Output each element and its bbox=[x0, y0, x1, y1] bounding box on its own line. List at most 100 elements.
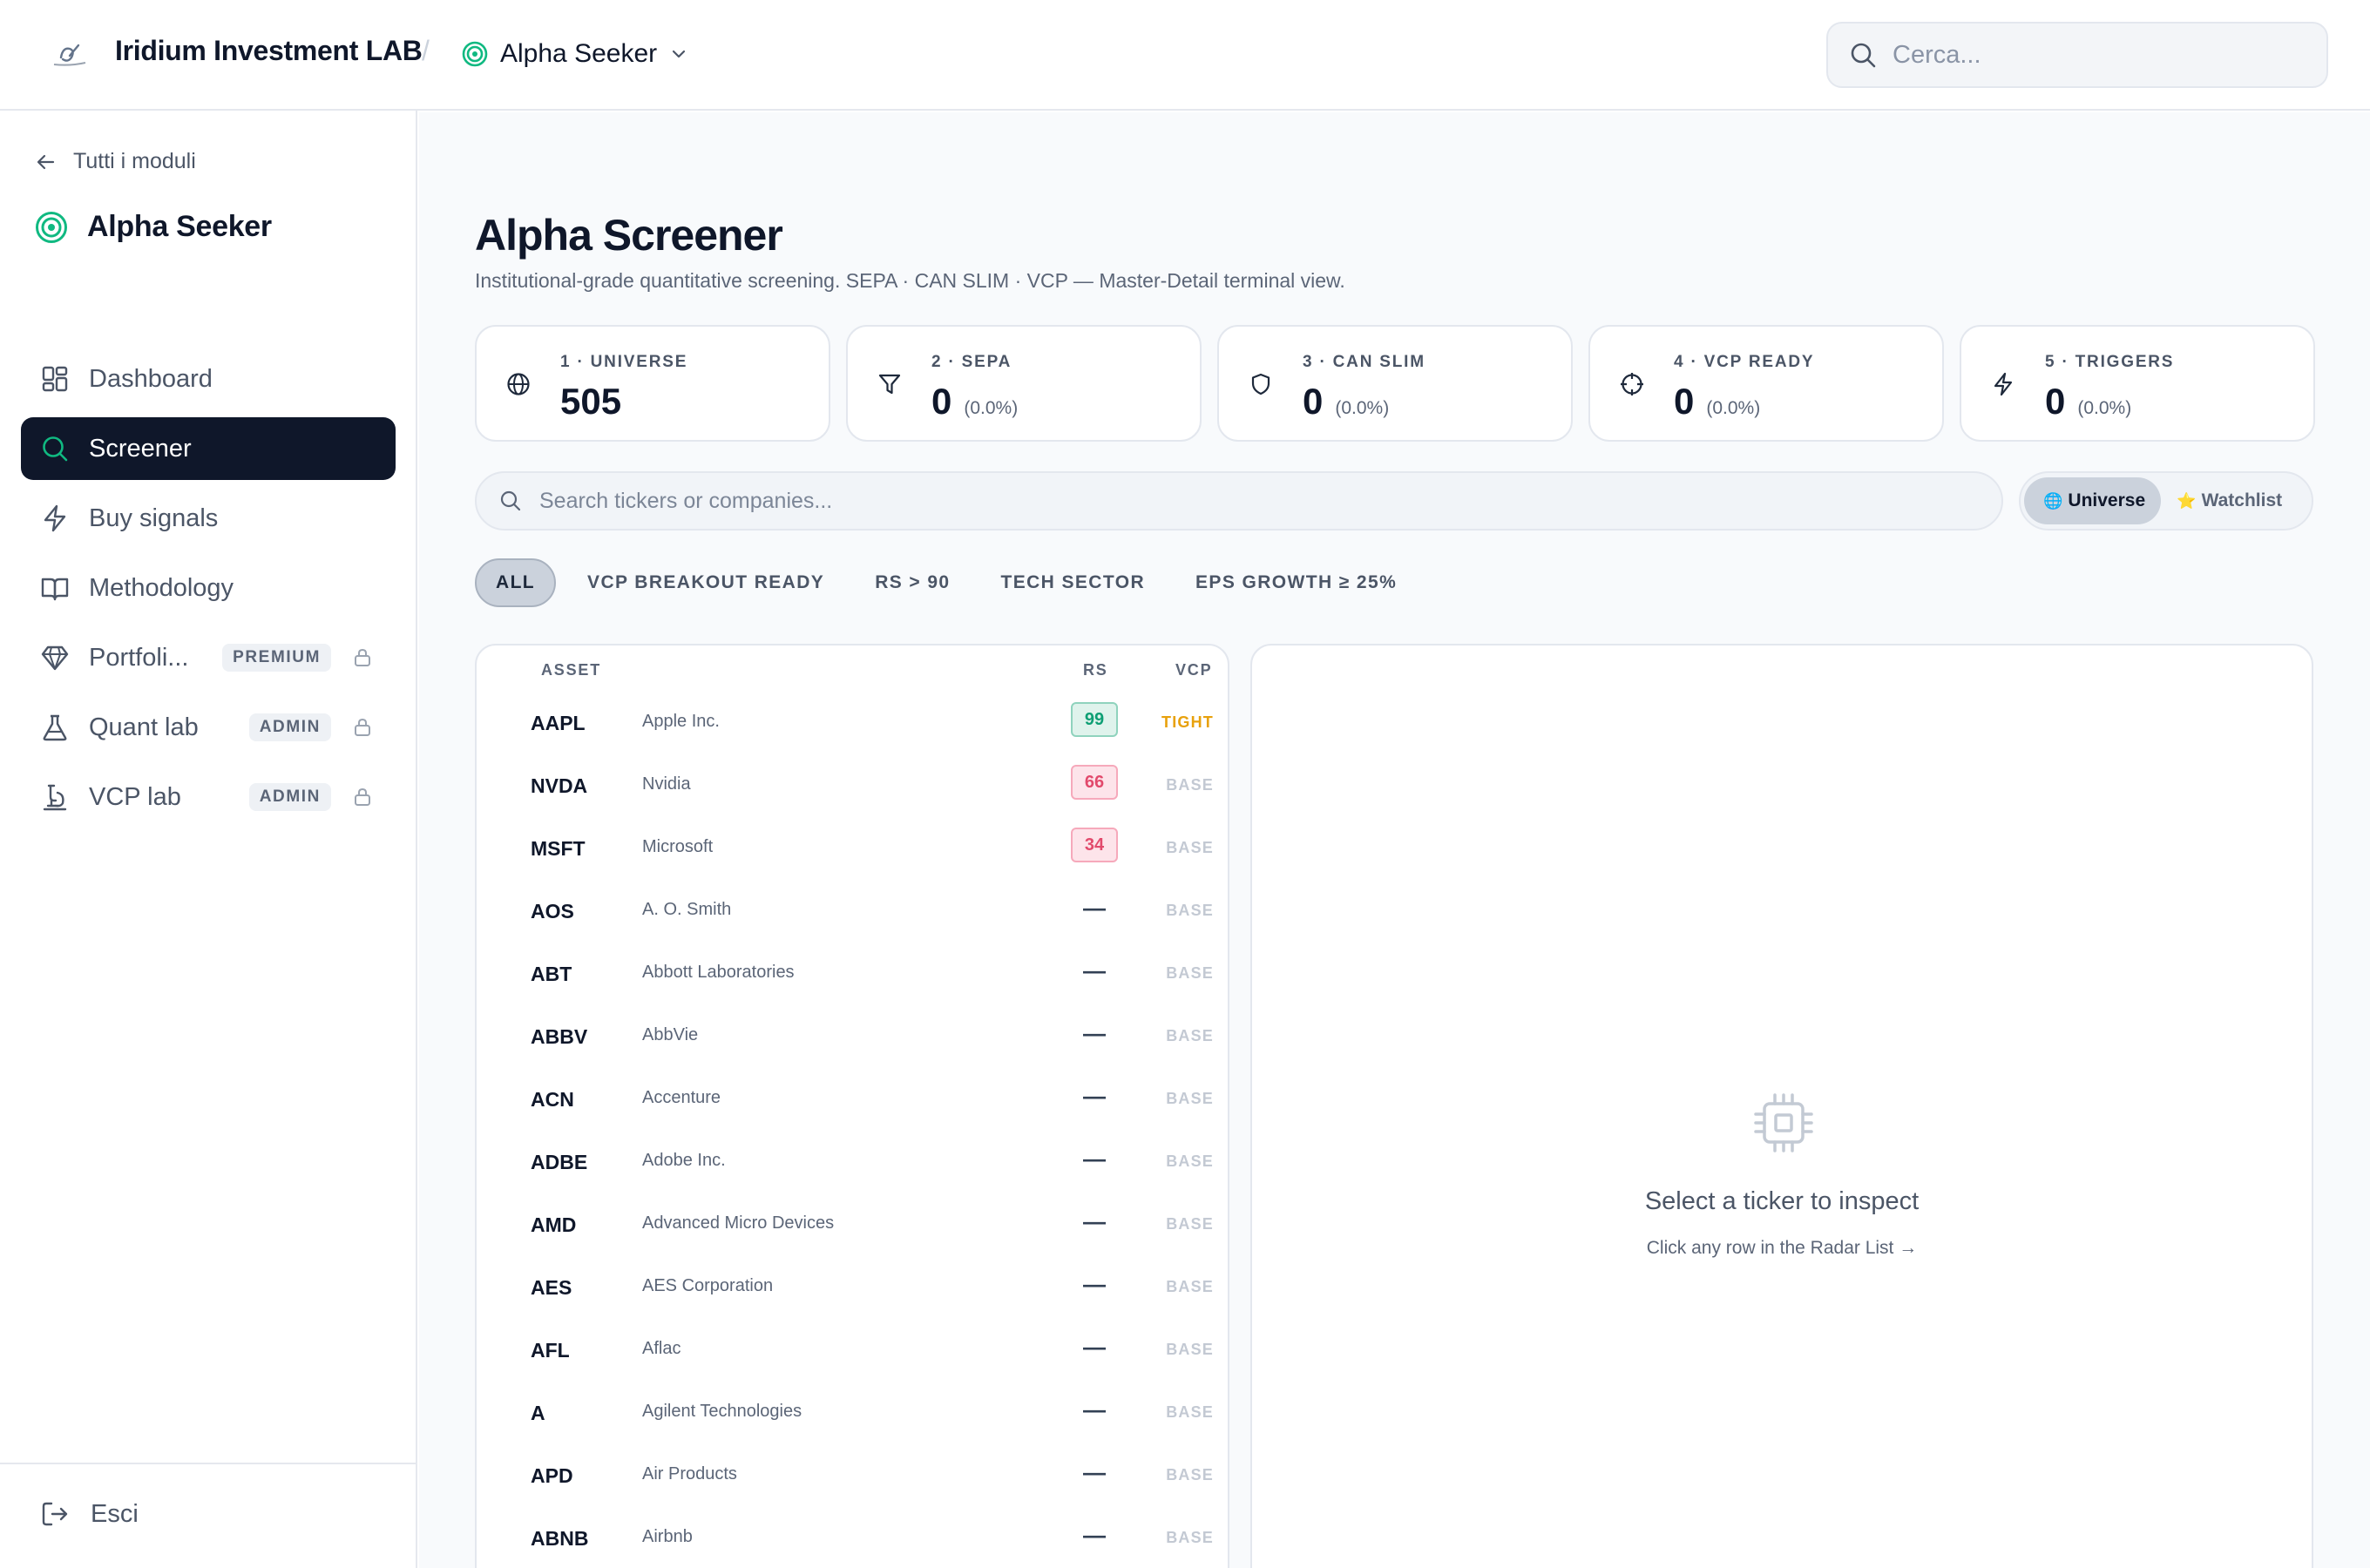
sidebar-item-label: Quant lab bbox=[89, 713, 199, 741]
admin-badge: ADMIN bbox=[248, 713, 331, 741]
stat-card-triggers[interactable]: 5 · TRIGGERS 0 (0.0%) bbox=[1960, 325, 2315, 442]
search-icon bbox=[43, 436, 68, 462]
vcp-status: BASE bbox=[1166, 1027, 1214, 1044]
column-header-vcp[interactable]: VCP bbox=[1175, 661, 1212, 679]
stat-label: 4 · VCP READY bbox=[1674, 353, 1815, 371]
column-header-asset[interactable]: ASSET bbox=[541, 661, 601, 679]
row-ticker: MSFT bbox=[531, 837, 586, 860]
sidebar-item-screener[interactable]: Screener bbox=[21, 417, 396, 480]
arrow-left-icon bbox=[37, 154, 55, 169]
column-header-rs[interactable]: RS bbox=[1083, 661, 1108, 679]
sidebar-item-methodology[interactable]: Methodology bbox=[21, 557, 396, 619]
stat-card-can-slim[interactable]: 3 · CAN SLIM 0 (0.0%) bbox=[1217, 325, 1573, 442]
lightning-icon bbox=[1994, 372, 2013, 396]
sidebar-item-portfolio[interactable]: Portfoli... PREMIUM bbox=[21, 626, 396, 689]
admin-badge: ADMIN bbox=[248, 783, 331, 811]
main-content: Alpha Screener Institutional-grade quant… bbox=[419, 112, 2370, 1568]
table-row[interactable]: ADBE Adobe Inc. — BASE bbox=[477, 1130, 1228, 1193]
universe-toggle-button[interactable]: 🌐 Universe bbox=[2024, 477, 2162, 524]
row-company: Apple Inc. bbox=[642, 712, 720, 731]
stat-value: 0 bbox=[1303, 381, 1324, 422]
table-row[interactable]: ABT Abbott Laboratories — BASE bbox=[477, 942, 1228, 1004]
watchlist-toggle-button[interactable]: ⭐ Watchlist bbox=[2161, 477, 2298, 524]
row-company: Adobe Inc. bbox=[642, 1151, 726, 1170]
row-ticker: ABNB bbox=[531, 1527, 589, 1550]
book-icon bbox=[41, 578, 69, 601]
row-company: Airbnb bbox=[642, 1527, 693, 1546]
row-company: AES Corporation bbox=[642, 1276, 774, 1295]
table-row[interactable]: AFL Aflac — BASE bbox=[477, 1318, 1228, 1381]
vcp-status: BASE bbox=[1166, 964, 1214, 982]
filter-chip-vcp-breakout[interactable]: VCP BREAKOUT READY bbox=[568, 558, 843, 607]
filter-chip-eps-growth[interactable]: EPS GROWTH ≥ 25% bbox=[1176, 558, 1416, 607]
cpu-icon bbox=[1754, 1093, 1813, 1152]
vcp-status: BASE bbox=[1166, 776, 1214, 794]
logout-label: Esci bbox=[91, 1499, 139, 1528]
table-row[interactable]: AMD Advanced Micro Devices — BASE bbox=[477, 1193, 1228, 1255]
table-row[interactable]: AOS A. O. Smith — BASE bbox=[477, 879, 1228, 942]
table-row[interactable]: NVDA Nvidia 66 BASE bbox=[477, 754, 1228, 816]
top-bar: Iridium Investment LAB / Alpha Seeker bbox=[0, 0, 2370, 111]
stat-card-sepa[interactable]: 2 · SEPA 0 (0.0%) bbox=[846, 325, 1202, 442]
logout-button[interactable]: Esci bbox=[40, 1499, 139, 1529]
rs-badge: 34 bbox=[1071, 828, 1118, 862]
table-row[interactable]: APD Air Products — BASE bbox=[477, 1443, 1228, 1506]
table-row[interactable]: ACN Accenture — BASE bbox=[477, 1067, 1228, 1130]
stat-card-vcp-ready[interactable]: 4 · VCP READY 0 (0.0%) bbox=[1588, 325, 1944, 442]
breadcrumb-separator: / bbox=[422, 35, 430, 66]
chevron-down-icon bbox=[673, 50, 686, 58]
ticker-inspector: Select a ticker to inspect Click any row… bbox=[1250, 644, 2313, 1568]
table-row[interactable]: AAPL Apple Inc. 99 TIGHT bbox=[477, 691, 1228, 754]
sidebar-item-vcp-lab[interactable]: VCP lab ADMIN bbox=[21, 766, 396, 828]
filter-chip-tech-sector[interactable]: TECH SECTOR bbox=[981, 558, 1164, 607]
flask-icon bbox=[43, 714, 67, 741]
vcp-status: BASE bbox=[1166, 902, 1214, 919]
universe-toggle-label: Universe bbox=[2068, 490, 2146, 510]
global-search-input[interactable] bbox=[1893, 40, 2302, 70]
sidebar-item-quant-lab[interactable]: Quant lab ADMIN bbox=[21, 696, 396, 759]
table-row[interactable]: A Agilent Technologies — BASE bbox=[477, 1381, 1228, 1443]
rs-empty: — bbox=[1083, 1270, 1106, 1297]
stat-label: 3 · CAN SLIM bbox=[1303, 353, 1425, 371]
row-ticker: A bbox=[531, 1402, 545, 1424]
sidebar: Tutti i moduli Alpha Seeker Dashboard Sc… bbox=[0, 111, 417, 1568]
module-switcher[interactable]: Alpha Seeker bbox=[462, 31, 688, 77]
rs-empty: — bbox=[1083, 1521, 1106, 1548]
star-icon: ⭐ bbox=[2177, 491, 2197, 510]
filter-chip-rs-90[interactable]: RS > 90 bbox=[856, 558, 969, 607]
table-row[interactable]: AES AES Corporation — BASE bbox=[477, 1255, 1228, 1318]
rs-empty: — bbox=[1083, 1019, 1106, 1046]
brand-name[interactable]: Iridium Investment LAB bbox=[115, 35, 423, 67]
stat-card-universe[interactable]: 1 · UNIVERSE 505 bbox=[475, 325, 830, 442]
dashboard-icon bbox=[42, 366, 68, 392]
view-toggle: 🌐 Universe ⭐ Watchlist bbox=[2019, 471, 2313, 531]
rs-empty: — bbox=[1083, 1396, 1106, 1423]
stat-percent: (0.0%) bbox=[2077, 398, 2132, 418]
sidebar-nav: Dashboard Screener Buy signals Methodolo… bbox=[21, 348, 396, 835]
table-row[interactable]: ABNB Airbnb — BASE bbox=[477, 1506, 1228, 1568]
shield-icon bbox=[1251, 373, 1270, 395]
row-company: Abbott Laboratories bbox=[642, 963, 795, 982]
back-to-modules-link[interactable]: Tutti i moduli bbox=[35, 149, 196, 174]
stat-value: 0 bbox=[931, 381, 952, 422]
inspector-empty-subtitle: Click any row in the Radar List → bbox=[1646, 1238, 1918, 1258]
vcp-status: BASE bbox=[1166, 1466, 1214, 1484]
ticker-search-input[interactable] bbox=[539, 488, 1933, 514]
ticker-search bbox=[475, 471, 2003, 531]
row-ticker: AMD bbox=[531, 1213, 577, 1236]
inspector-empty-title: Select a ticker to inspect bbox=[1644, 1187, 1920, 1215]
sidebar-item-buy-signals[interactable]: Buy signals bbox=[21, 487, 396, 550]
rs-empty: — bbox=[1083, 1082, 1106, 1109]
vcp-status: BASE bbox=[1166, 1152, 1214, 1170]
sidebar-item-dashboard[interactable]: Dashboard bbox=[21, 348, 396, 410]
target-icon bbox=[462, 41, 488, 67]
sidebar-footer: Esci bbox=[0, 1463, 417, 1568]
row-ticker: NVDA bbox=[531, 774, 588, 797]
filter-chip-all[interactable]: ALL bbox=[475, 558, 557, 607]
watchlist-toggle-label: Watchlist bbox=[2201, 490, 2283, 510]
table-row[interactable]: ABBV AbbVie — BASE bbox=[477, 1004, 1228, 1067]
brand-logo-icon[interactable] bbox=[49, 40, 91, 70]
row-company: Advanced Micro Devices bbox=[642, 1213, 835, 1233]
microscope-icon bbox=[43, 784, 67, 811]
table-row[interactable]: MSFT Microsoft 34 BASE bbox=[477, 816, 1228, 879]
